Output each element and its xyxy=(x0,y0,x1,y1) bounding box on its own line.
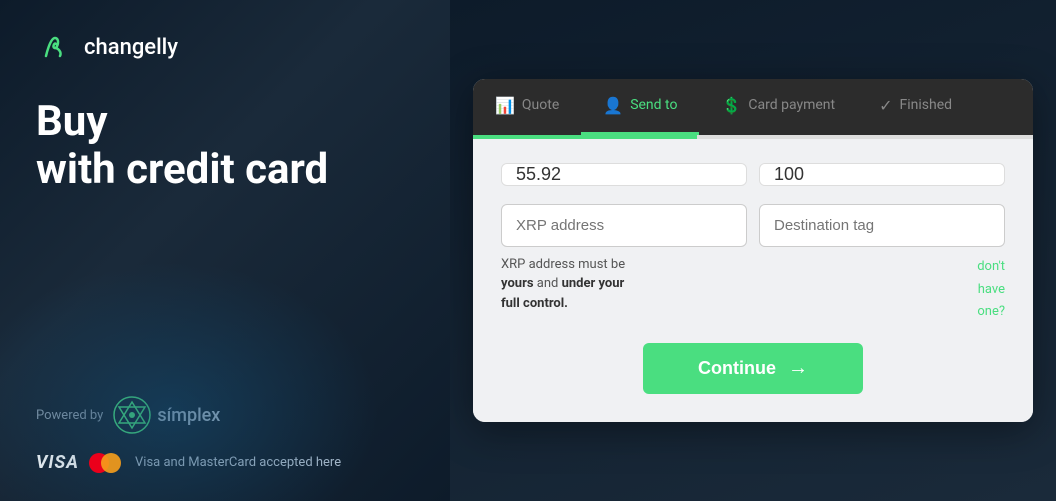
simplex-logo: símplex xyxy=(113,396,220,434)
warning-bold-yours: yours xyxy=(501,276,534,291)
destination-tag-input[interactable] xyxy=(760,205,1004,246)
tab-bar: 📊 Quote 👤 Send to 💲 Card payment ✓ Finis… xyxy=(473,79,1033,135)
powered-by-row: Powered by símplex xyxy=(36,396,414,434)
tab-finished-label: Finished xyxy=(900,97,953,113)
chart-icon: 📊 xyxy=(495,96,515,115)
visa-label: VISA xyxy=(36,452,79,473)
continue-label: Continue xyxy=(698,358,776,379)
main-card: 📊 Quote 👤 Send to 💲 Card payment ✓ Finis… xyxy=(473,79,1033,422)
simplex-icon xyxy=(113,396,151,434)
from-amount-input[interactable] xyxy=(502,164,747,185)
continue-row: Continue → xyxy=(501,343,1005,394)
progress-bar-track xyxy=(473,135,1033,139)
continue-button[interactable]: Continue → xyxy=(643,343,863,394)
amount-row: EUR XRP xyxy=(501,163,1005,186)
address-input-wrap xyxy=(501,204,747,247)
cards-row: VISA Visa and MasterCard accepted here xyxy=(36,452,414,473)
tab-send-to[interactable]: 👤 Send to xyxy=(581,79,699,135)
tab-quote[interactable]: 📊 Quote xyxy=(473,79,581,135)
tab-card-payment-label: Card payment xyxy=(748,97,835,113)
xrp-address-input[interactable] xyxy=(502,205,746,246)
powered-by-text: Powered by xyxy=(36,408,103,423)
logo-area: changelly xyxy=(36,28,414,66)
left-panel: changelly Buy with credit card Powered b… xyxy=(0,0,450,501)
mastercard-icon xyxy=(89,453,121,473)
tab-finished[interactable]: ✓ Finished xyxy=(857,79,974,135)
headline-line2: with credit card xyxy=(36,146,414,194)
warning-text: XRP address must be yours and under your… xyxy=(501,255,747,323)
headline-line1: Buy xyxy=(36,98,414,146)
tab-card-payment[interactable]: 💲 Card payment xyxy=(699,79,857,135)
dont-have-link-wrap: don't have one? xyxy=(759,255,1005,323)
card-body: EUR XRP XRP address must be xyxy=(473,139,1033,422)
check-circle-icon: ✓ xyxy=(879,96,892,115)
warning-line1: XRP address must be xyxy=(501,257,625,272)
arrow-right-icon: → xyxy=(788,357,808,380)
tab-send-to-label: Send to xyxy=(630,97,677,113)
changelly-logo-icon xyxy=(36,28,74,66)
to-amount-input[interactable] xyxy=(760,164,1005,185)
warning-bold-under: under your xyxy=(562,276,625,291)
warning-and: and xyxy=(537,276,562,291)
brand-name: changelly xyxy=(84,35,178,60)
destination-tag-wrap xyxy=(759,204,1005,247)
dollar-circle-icon: 💲 xyxy=(721,96,741,115)
right-panel: 📊 Quote 👤 Send to 💲 Card payment ✓ Finis… xyxy=(450,0,1056,501)
warning-bold-control: full control. xyxy=(501,296,568,311)
simplex-name: símplex xyxy=(157,405,220,426)
tab-quote-label: Quote xyxy=(522,97,559,113)
headline: Buy with credit card xyxy=(36,98,414,195)
from-amount-wrap: EUR xyxy=(501,163,747,186)
person-icon: 👤 xyxy=(603,96,623,115)
cards-accepted-text: Visa and MasterCard accepted here xyxy=(135,455,341,470)
progress-bar-fill xyxy=(473,135,697,139)
to-amount-wrap: XRP xyxy=(759,163,1005,186)
dont-have-link[interactable]: don't have one? xyxy=(977,259,1005,320)
warning-row: XRP address must be yours and under your… xyxy=(501,255,1005,323)
address-row xyxy=(501,204,1005,247)
